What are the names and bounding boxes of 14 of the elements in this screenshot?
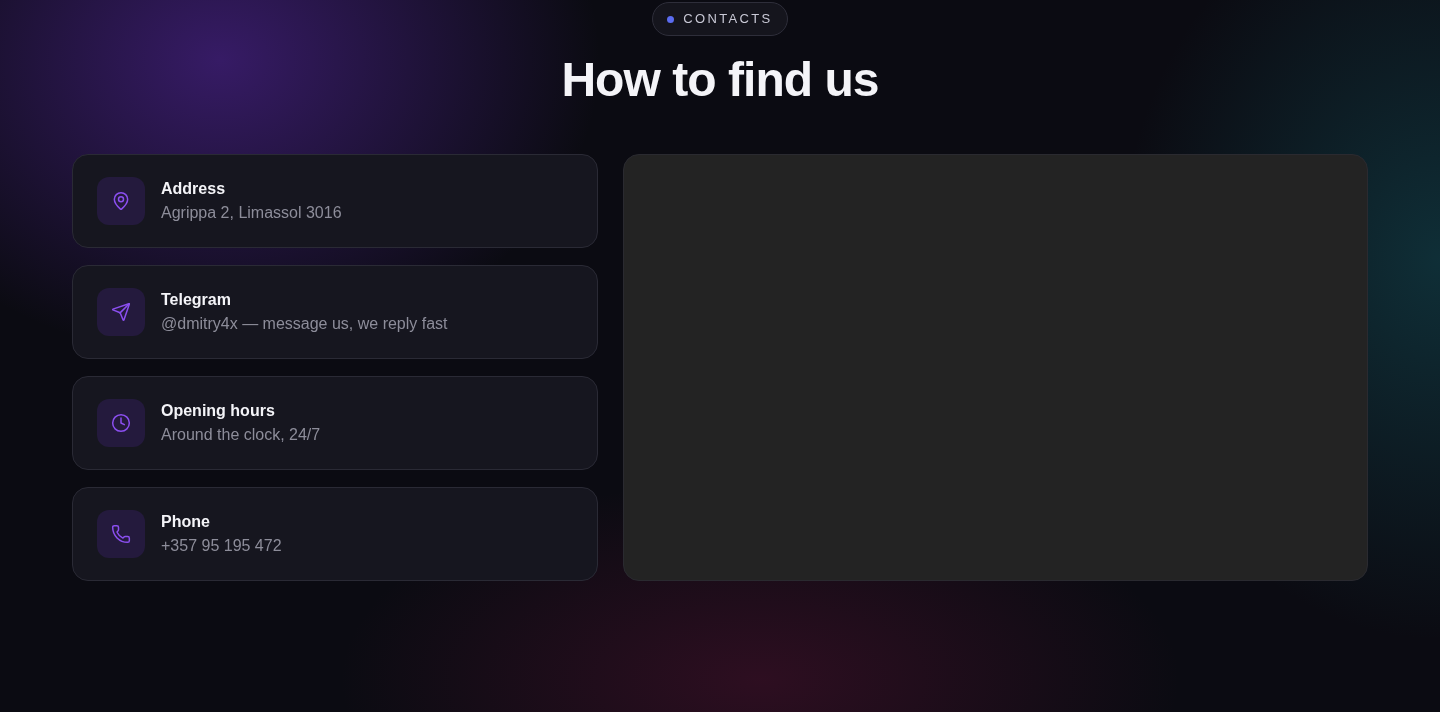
contact-label: Opening hours bbox=[161, 400, 276, 421]
map-pin-icon bbox=[111, 191, 131, 211]
contact-value: Agrippa 2, Limassol 3016 bbox=[161, 202, 342, 223]
badge-label: CONTACTS bbox=[683, 10, 773, 29]
phone-icon bbox=[111, 524, 131, 544]
section-title: How to find us bbox=[561, 52, 879, 108]
contact-label: Address bbox=[161, 178, 227, 199]
paper-plane-icon bbox=[111, 302, 131, 322]
contact-value: @dmitry4x — message us, we reply fast bbox=[161, 313, 448, 334]
contact-label: Phone bbox=[161, 511, 211, 532]
contact-value: Around the clock, 24/7 bbox=[161, 424, 321, 445]
contact-label: Telegram bbox=[161, 289, 232, 310]
contact-value: +357 95 195 472 bbox=[161, 535, 282, 556]
clock-icon bbox=[111, 413, 131, 433]
